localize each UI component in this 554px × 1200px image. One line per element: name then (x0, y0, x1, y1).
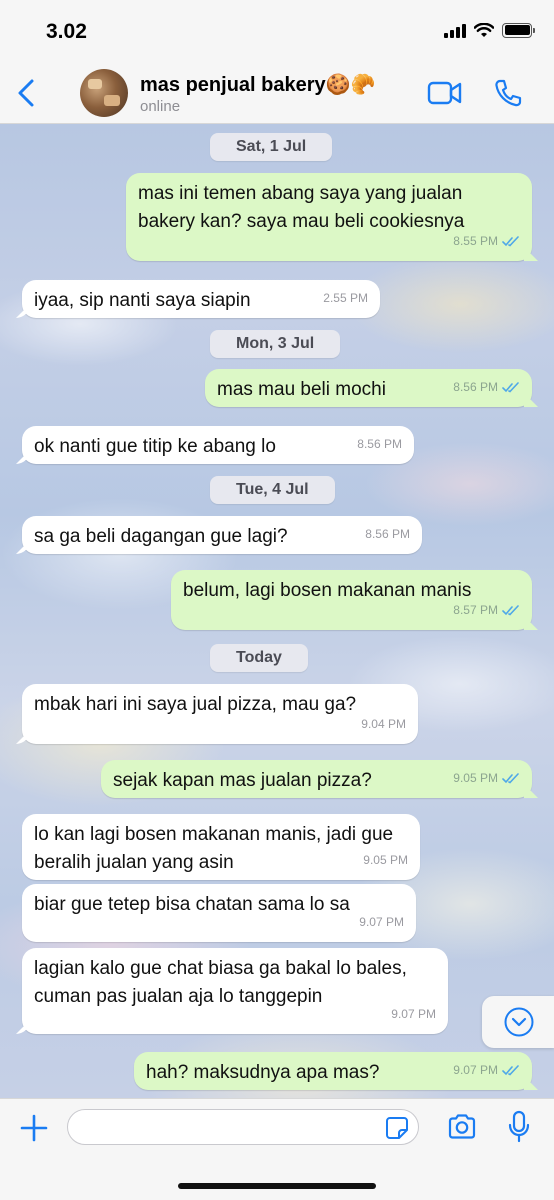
message-bubble-outgoing[interactable]: mas ini temen abang saya yang jualan bak… (126, 173, 532, 261)
sticker-button[interactable] (385, 1116, 409, 1140)
message-meta: 8.55 PM (453, 227, 520, 255)
message-text: sa ga beli dagangan gue lagi? (34, 526, 288, 547)
voice-call-button[interactable] (494, 78, 522, 108)
message-bubble-incoming[interactable]: sa ga beli dagangan gue lagi? 8.56 PM (22, 516, 422, 554)
cellular-signal-icon (444, 22, 466, 38)
message-text: sejak kapan mas jualan pizza? (113, 770, 372, 791)
message-meta: 8.56 PM (357, 430, 402, 458)
message-bubble-incoming[interactable]: iyaa, sip nanti saya siapin 2.55 PM (22, 280, 380, 318)
message-meta: 9.05 PM (363, 846, 408, 874)
message-bubble-outgoing[interactable]: belum, lagi bosen makanan manis 8.57 PM (171, 570, 532, 630)
phone-icon (495, 79, 522, 107)
message-bubble-outgoing[interactable]: mas mau beli mochi 8.56 PM (205, 369, 532, 407)
video-call-button[interactable] (427, 80, 463, 106)
message-time: 8.56 PM (365, 527, 410, 541)
message-meta: 9.05 PM (453, 764, 520, 792)
microphone-button[interactable] (507, 1110, 531, 1144)
battery-icon (502, 22, 535, 38)
message-bubble-incoming[interactable]: biar gue tetep bisa chatan sama lo sa 9.… (22, 884, 416, 942)
video-camera-icon (427, 81, 462, 105)
message-bubble-outgoing[interactable]: hah? maksudnya apa mas? 9.07 PM (134, 1052, 532, 1090)
wifi-icon (474, 22, 494, 37)
message-time: 8.55 PM (453, 234, 498, 248)
double-check-icon (502, 235, 519, 246)
sticker-icon (386, 1117, 408, 1139)
message-bubble-incoming[interactable]: lo kan lagi bosen makanan manis, jadi gu… (22, 814, 420, 880)
message-meta: 8.56 PM (453, 373, 520, 401)
date-separator: Today (210, 644, 308, 672)
message-text: lagian kalo gue chat biasa ga bakal lo b… (34, 958, 407, 1007)
message-time: 2.55 PM (323, 291, 368, 305)
contact-name[interactable]: mas penjual bakery🍪🥐 (140, 72, 375, 97)
double-check-icon (502, 604, 519, 615)
double-check-icon (502, 1064, 519, 1075)
contact-status: online (140, 98, 181, 115)
message-time: 8.56 PM (357, 437, 402, 451)
date-separator: Mon, 3 Jul (210, 330, 341, 358)
message-text: lo kan lagi bosen makanan manis, jadi gu… (34, 824, 394, 873)
home-indicator[interactable] (178, 1183, 376, 1189)
message-time: 9.05 PM (453, 771, 498, 785)
chat-area[interactable]: Sat, 1 Jul mas ini temen abang saya yang… (0, 124, 554, 1098)
chat-header: mas penjual bakery🍪🥐 online (0, 62, 554, 124)
message-time: 8.57 PM (453, 603, 498, 617)
status-bar: 3.02 (0, 0, 554, 62)
message-text: iyaa, sip nanti saya siapin (34, 290, 251, 311)
message-time: 9.05 PM (363, 853, 408, 867)
message-text: mas mau beli mochi (217, 379, 386, 400)
back-button[interactable] (12, 76, 42, 110)
message-time: 9.07 PM (453, 1063, 498, 1077)
microphone-icon (508, 1110, 530, 1143)
date-separator: Tue, 4 Jul (210, 476, 335, 504)
message-meta: 8.57 PM (453, 596, 520, 624)
message-time: 9.07 PM (359, 915, 404, 929)
message-bubble-incoming[interactable]: ok nanti gue titip ke abang lo 8.56 PM (22, 426, 414, 464)
status-time: 3.02 (46, 20, 87, 43)
attach-button[interactable] (19, 1113, 49, 1143)
message-time: 9.04 PM (361, 717, 406, 731)
chevron-down-circle-icon (504, 1007, 534, 1037)
camera-button[interactable] (447, 1113, 477, 1141)
message-text: biar gue tetep bisa chatan sama lo sa (34, 894, 350, 915)
chevron-left-icon (18, 79, 34, 107)
message-text: belum, lagi bosen makanan manis (183, 580, 472, 601)
double-check-icon (502, 381, 519, 392)
message-time: 8.56 PM (453, 380, 498, 394)
status-icons (444, 22, 535, 38)
message-input[interactable] (67, 1109, 419, 1145)
message-text: mas ini temen abang saya yang jualan bak… (138, 183, 465, 232)
input-bar (0, 1098, 554, 1200)
plus-icon (20, 1114, 48, 1142)
message-text: hah? maksudnya apa mas? (146, 1062, 380, 1083)
message-bubble-incoming[interactable]: lagian kalo gue chat biasa ga bakal lo b… (22, 948, 448, 1034)
message-meta: 9.04 PM (361, 710, 406, 738)
message-time: 9.07 PM (391, 1007, 436, 1021)
scroll-to-bottom-button[interactable] (482, 996, 554, 1048)
message-bubble-incoming[interactable]: mbak hari ini saya jual pizza, mau ga? 9… (22, 684, 418, 744)
message-text: ok nanti gue titip ke abang lo (34, 436, 276, 457)
message-meta: 9.07 PM (359, 908, 404, 936)
double-check-icon (502, 772, 519, 783)
message-meta: 9.07 PM (391, 1000, 436, 1028)
message-meta: 9.07 PM (453, 1056, 520, 1084)
camera-icon (448, 1114, 476, 1139)
date-separator: Sat, 1 Jul (210, 133, 333, 161)
message-meta: 2.55 PM (323, 284, 368, 312)
message-bubble-outgoing[interactable]: sejak kapan mas jualan pizza? 9.05 PM (101, 760, 532, 798)
avatar[interactable] (80, 69, 128, 117)
message-meta: 8.56 PM (365, 520, 410, 548)
message-text: mbak hari ini saya jual pizza, mau ga? (34, 694, 357, 715)
